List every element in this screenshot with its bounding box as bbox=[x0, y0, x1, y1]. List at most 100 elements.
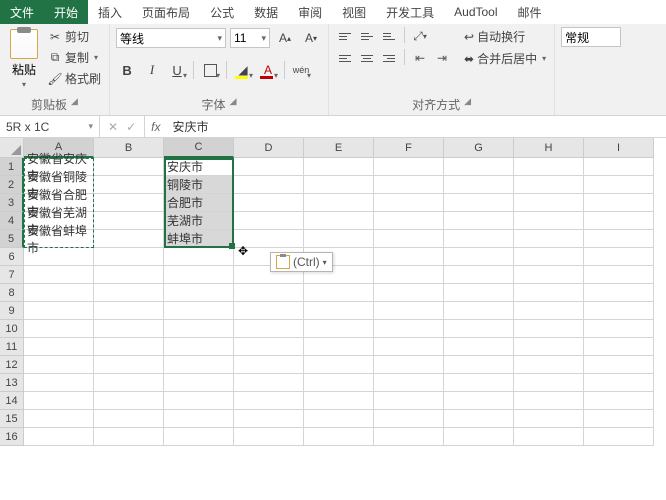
cell-E14[interactable] bbox=[304, 392, 374, 410]
cell-B15[interactable] bbox=[94, 410, 164, 428]
row-header-9[interactable]: 9 bbox=[0, 302, 24, 320]
cell-I5[interactable] bbox=[584, 230, 654, 248]
cell-F9[interactable] bbox=[374, 302, 444, 320]
col-header-G[interactable]: G bbox=[444, 138, 514, 158]
cell-A5[interactable]: 安徽省蚌埠市 bbox=[24, 230, 94, 248]
cell-B9[interactable] bbox=[94, 302, 164, 320]
row-header-3[interactable]: 3 bbox=[0, 194, 24, 212]
cell-E4[interactable] bbox=[304, 212, 374, 230]
cell-F16[interactable] bbox=[374, 428, 444, 446]
cell-C15[interactable] bbox=[164, 410, 234, 428]
cell-E15[interactable] bbox=[304, 410, 374, 428]
row-header-6[interactable]: 6 bbox=[0, 248, 24, 266]
increase-font-button[interactable]: A▴ bbox=[274, 27, 296, 49]
cell-G2[interactable] bbox=[444, 176, 514, 194]
phonetic-button[interactable]: wén▾ bbox=[290, 59, 312, 81]
cell-F15[interactable] bbox=[374, 410, 444, 428]
cell-F10[interactable] bbox=[374, 320, 444, 338]
enter-icon[interactable]: ✓ bbox=[126, 120, 136, 134]
cell-B14[interactable] bbox=[94, 392, 164, 410]
cut-button[interactable]: ✂剪切 bbox=[46, 27, 103, 46]
align-middle-button[interactable] bbox=[357, 27, 377, 45]
cell-H15[interactable] bbox=[514, 410, 584, 428]
cell-E16[interactable] bbox=[304, 428, 374, 446]
cell-G3[interactable] bbox=[444, 194, 514, 212]
cell-D1[interactable] bbox=[234, 158, 304, 176]
cell-B13[interactable] bbox=[94, 374, 164, 392]
border-button[interactable]: ▾ bbox=[199, 59, 221, 81]
cell-A10[interactable] bbox=[24, 320, 94, 338]
row-header-8[interactable]: 8 bbox=[0, 284, 24, 302]
col-header-C[interactable]: C bbox=[164, 138, 234, 158]
cell-A12[interactable] bbox=[24, 356, 94, 374]
cell-E8[interactable] bbox=[304, 284, 374, 302]
cell-F1[interactable] bbox=[374, 158, 444, 176]
col-header-F[interactable]: F bbox=[374, 138, 444, 158]
row-header-2[interactable]: 2 bbox=[0, 176, 24, 194]
cells-area[interactable]: (Ctrl)▾ 安徽省安庆市安庆市安徽省铜陵市铜陵市安徽省合肥市合肥市安徽省芜湖… bbox=[24, 158, 654, 446]
name-box[interactable]: 5R x 1C▾ bbox=[0, 116, 100, 137]
cell-A9[interactable] bbox=[24, 302, 94, 320]
cell-A16[interactable] bbox=[24, 428, 94, 446]
cell-H4[interactable] bbox=[514, 212, 584, 230]
align-top-button[interactable] bbox=[335, 27, 355, 45]
cell-E11[interactable] bbox=[304, 338, 374, 356]
cell-D11[interactable] bbox=[234, 338, 304, 356]
col-header-D[interactable]: D bbox=[234, 138, 304, 158]
cell-F6[interactable] bbox=[374, 248, 444, 266]
col-header-H[interactable]: H bbox=[514, 138, 584, 158]
tab-mail[interactable]: 邮件 bbox=[508, 0, 552, 24]
align-bottom-button[interactable] bbox=[379, 27, 399, 45]
cell-C1[interactable]: 安庆市 bbox=[164, 158, 234, 176]
cell-I13[interactable] bbox=[584, 374, 654, 392]
cell-G4[interactable] bbox=[444, 212, 514, 230]
cell-I16[interactable] bbox=[584, 428, 654, 446]
cell-F13[interactable] bbox=[374, 374, 444, 392]
cell-G5[interactable] bbox=[444, 230, 514, 248]
cell-I12[interactable] bbox=[584, 356, 654, 374]
cell-H6[interactable] bbox=[514, 248, 584, 266]
cell-E9[interactable] bbox=[304, 302, 374, 320]
tab-formulas[interactable]: 公式 bbox=[200, 0, 244, 24]
row-header-15[interactable]: 15 bbox=[0, 410, 24, 428]
cell-B7[interactable] bbox=[94, 266, 164, 284]
cell-G15[interactable] bbox=[444, 410, 514, 428]
cell-D13[interactable] bbox=[234, 374, 304, 392]
format-painter-button[interactable]: 🖌格式刷 bbox=[46, 69, 103, 88]
cell-G8[interactable] bbox=[444, 284, 514, 302]
cell-I9[interactable] bbox=[584, 302, 654, 320]
cell-H11[interactable] bbox=[514, 338, 584, 356]
tab-view[interactable]: 视图 bbox=[332, 0, 376, 24]
tab-file[interactable]: 文件 bbox=[0, 0, 44, 24]
dialog-launcher-icon[interactable]: ◢ bbox=[464, 96, 471, 113]
orientation-button[interactable]: ⤢▾ bbox=[410, 27, 430, 45]
cell-C16[interactable] bbox=[164, 428, 234, 446]
dialog-launcher-icon[interactable]: ◢ bbox=[230, 96, 237, 113]
cell-G1[interactable] bbox=[444, 158, 514, 176]
cell-C5[interactable]: 蚌埠市 bbox=[164, 230, 234, 248]
font-color-button[interactable]: A▾ bbox=[257, 59, 279, 81]
cell-F12[interactable] bbox=[374, 356, 444, 374]
col-header-B[interactable]: B bbox=[94, 138, 164, 158]
cell-H16[interactable] bbox=[514, 428, 584, 446]
cell-D3[interactable] bbox=[234, 194, 304, 212]
fill-color-button[interactable]: ◢▾ bbox=[232, 59, 254, 81]
cell-G9[interactable] bbox=[444, 302, 514, 320]
cell-D8[interactable] bbox=[234, 284, 304, 302]
bold-button[interactable]: B bbox=[116, 59, 138, 81]
cell-G12[interactable] bbox=[444, 356, 514, 374]
cell-C14[interactable] bbox=[164, 392, 234, 410]
cell-I15[interactable] bbox=[584, 410, 654, 428]
cell-B3[interactable] bbox=[94, 194, 164, 212]
cell-I4[interactable] bbox=[584, 212, 654, 230]
align-left-button[interactable] bbox=[335, 49, 355, 67]
copy-button[interactable]: ⧉复制▾ bbox=[46, 48, 103, 67]
cell-G6[interactable] bbox=[444, 248, 514, 266]
cell-C8[interactable] bbox=[164, 284, 234, 302]
cell-D4[interactable] bbox=[234, 212, 304, 230]
font-name-combo[interactable]: 等线▾ bbox=[116, 28, 226, 48]
cell-F2[interactable] bbox=[374, 176, 444, 194]
cell-E5[interactable] bbox=[304, 230, 374, 248]
tab-audtool[interactable]: AudTool bbox=[444, 0, 507, 24]
cell-D14[interactable] bbox=[234, 392, 304, 410]
